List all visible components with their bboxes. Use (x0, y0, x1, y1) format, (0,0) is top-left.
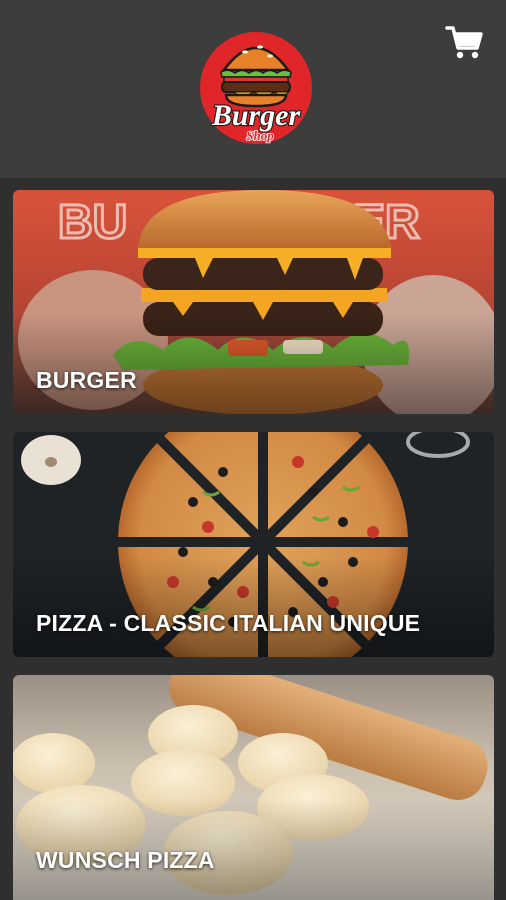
logo-subtitle: Shop (246, 128, 274, 143)
category-label: WUNSCH PIZZA (36, 847, 215, 873)
burger-shop-logo[interactable]: Burger Shop (190, 28, 322, 150)
category-label: PIZZA - CLASSIC ITALIAN UNIQUE (36, 610, 421, 636)
category-card-pizza[interactable]: PIZZA - CLASSIC ITALIAN UNIQUE (13, 432, 494, 657)
category-card-burger[interactable]: BU ER BURGER (13, 190, 494, 414)
category-label: BURGER (36, 367, 137, 393)
category-card-wunsch-pizza[interactable]: WUNSCH PIZZA (13, 675, 494, 900)
shopping-cart-icon[interactable] (444, 22, 484, 62)
app-header: Burger Shop (0, 0, 506, 178)
